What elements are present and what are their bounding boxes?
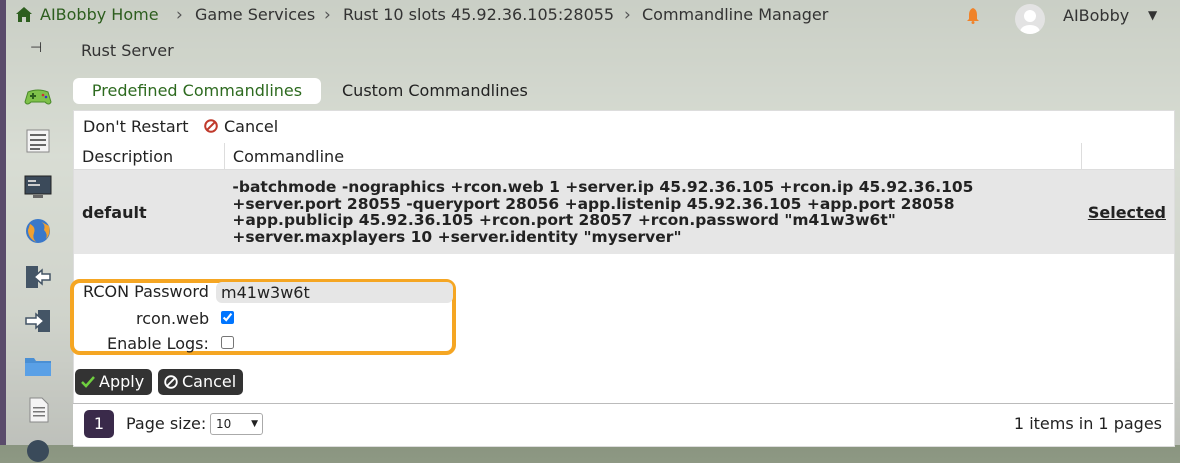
row-description: default xyxy=(74,169,225,254)
enable-logs-checkbox[interactable] xyxy=(221,336,234,349)
user-icon xyxy=(1020,10,1040,34)
items-summary: 1 items in 1 pages xyxy=(1013,414,1162,433)
left-edge-bar xyxy=(0,0,6,445)
cancel-icon[interactable] xyxy=(204,119,218,133)
section-title: Rust Server xyxy=(81,41,174,60)
document-list-icon[interactable] xyxy=(24,128,52,154)
page-size-label: Page size: xyxy=(126,414,207,433)
globe-icon[interactable] xyxy=(24,218,52,244)
enable-logs-label: Enable Logs: xyxy=(107,334,209,353)
apply-button[interactable]: Apply xyxy=(75,369,152,395)
user-name[interactable]: AIBobby xyxy=(1063,6,1129,25)
pager: 1 Page size: 10 ▼ 1 items in 1 pages xyxy=(73,404,1173,445)
breadcrumb-current: Commandline Manager xyxy=(642,5,829,24)
breadcrumb-game-services[interactable]: Game Services xyxy=(195,4,315,26)
rcon-web-checkbox[interactable] xyxy=(221,311,234,324)
avatar[interactable] xyxy=(1015,4,1045,34)
rcon-web-label: rcon.web xyxy=(136,309,210,328)
sign-out-icon[interactable] xyxy=(24,264,52,290)
home-icon[interactable] xyxy=(16,7,32,22)
rcon-password-input[interactable] xyxy=(216,282,453,303)
breadcrumb-separator: › xyxy=(324,5,331,25)
breadcrumb-separator: › xyxy=(624,5,631,25)
chevron-down-icon[interactable]: ▼ xyxy=(1148,8,1157,22)
file-icon[interactable] xyxy=(24,397,52,423)
tab-predefined-commandlines[interactable]: Predefined Commandlines xyxy=(73,78,321,104)
column-header-description[interactable]: Description xyxy=(74,143,225,170)
table-row[interactable]: default -batchmode -nographics +rcon.web… xyxy=(74,169,1174,254)
cancel-label: Cancel xyxy=(182,372,237,391)
row-commandline: -batchmode -nographics +rcon.web 1 +serv… xyxy=(224,169,1082,254)
commandline-table: Description Commandline default -batchmo… xyxy=(74,143,1174,254)
pin-icon[interactable]: ⊣ xyxy=(30,40,42,56)
tab-custom-commandlines[interactable]: Custom Commandlines xyxy=(342,78,528,104)
folder-icon[interactable] xyxy=(24,353,52,379)
column-header-commandline[interactable]: Commandline xyxy=(224,143,1083,170)
apply-label: Apply xyxy=(99,372,145,391)
partial-icon[interactable] xyxy=(24,437,52,463)
cancel-button[interactable]: Cancel xyxy=(158,369,243,395)
top-bar: AIBobby Home › Game Services › Rust 10 s… xyxy=(0,0,1180,34)
selected-link[interactable]: Selected xyxy=(1088,203,1166,222)
cancel-icon xyxy=(164,375,178,389)
page-number-button[interactable]: 1 xyxy=(84,410,114,438)
bell-icon[interactable] xyxy=(966,8,980,24)
console-icon[interactable] xyxy=(24,174,52,200)
chevron-down-icon: ▼ xyxy=(251,419,258,429)
rcon-password-label: RCON Password xyxy=(83,282,209,301)
toolbar: Don't Restart Cancel xyxy=(74,111,1174,144)
page-size-select[interactable]: 10 ▼ xyxy=(210,413,263,435)
breadcrumb-home[interactable]: AIBobby Home xyxy=(40,4,159,26)
toolbar-cancel-button[interactable]: Cancel xyxy=(224,117,278,136)
gamepad-icon[interactable] xyxy=(24,84,52,110)
column-header-action xyxy=(1081,143,1174,170)
sign-in-icon[interactable] xyxy=(24,308,52,334)
dont-restart-button[interactable]: Don't Restart xyxy=(83,117,189,136)
page-size-value: 10 xyxy=(216,417,232,431)
breadcrumb-service[interactable]: Rust 10 slots 45.92.36.105:28055 xyxy=(343,4,614,26)
breadcrumb-separator: › xyxy=(176,5,183,25)
checkmark-icon xyxy=(81,376,95,388)
